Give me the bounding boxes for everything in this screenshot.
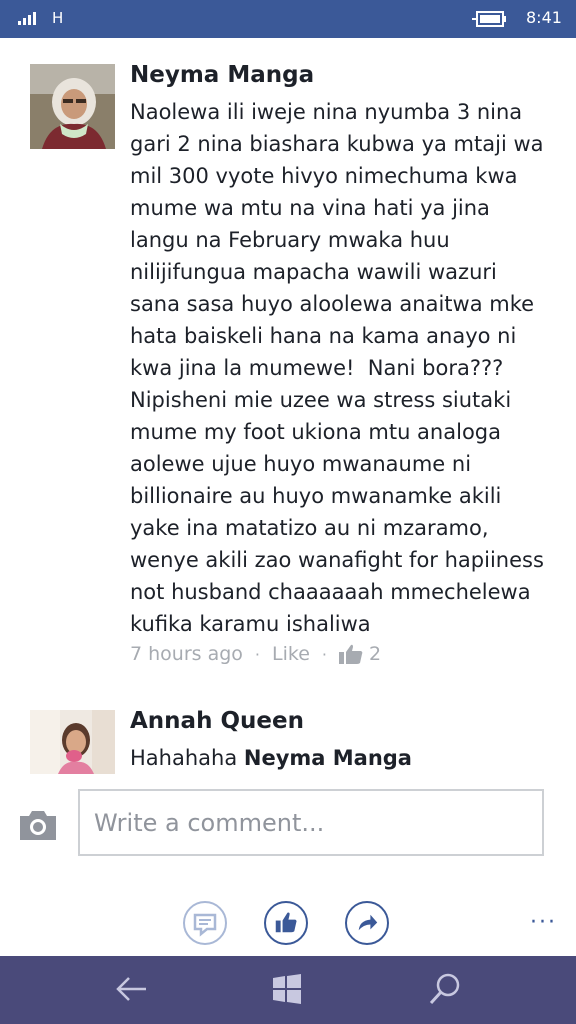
avatar[interactable] [30,64,115,149]
comment-text: Naolewa ili iweje nina nyumba 3 nina gar… [130,96,550,640]
comment-meta: 7 hours ago · Like · 2 [130,643,381,665]
like-link[interactable]: Like [272,643,310,665]
comment-text: Hahahaha Neyma Manga [130,742,550,774]
comment-line: Nipisheni mie uzee wa stress siutaki [130,388,512,412]
comment-line: hata baiskeli hana na kama anayo ni [130,324,517,348]
comment-author[interactable]: Annah Queen [130,708,304,734]
comment-line: kufika karamu ishaliwa [130,612,371,636]
reply-button[interactable] [183,901,227,945]
comment-line: nilijifungua mapacha wawili wazuri [130,260,497,284]
more-options-button[interactable]: ··· [530,910,557,935]
comment-line: billionaire au huyo mwanamke akili [130,484,502,508]
share-arrow-icon [358,914,378,931]
search-icon[interactable] [428,972,462,1006]
status-bar: H 8:41 [0,0,576,38]
comment-line: Naolewa ili iweje nina nyumba 3 nina [130,100,523,124]
reply-bubble-icon [193,913,217,937]
comment-line: langu na February mwaka huu [130,228,450,252]
comment-line: gari 2 nina biashara kubwa ya mtaji wa [130,132,544,156]
separator: · [321,644,327,664]
avatar[interactable] [30,710,115,774]
like-count[interactable]: 2 [339,643,381,665]
thumbs-up-icon [275,912,297,933]
mention-link[interactable]: Neyma Manga [244,746,412,770]
network-type: H [52,9,64,27]
like-count-value: 2 [369,643,382,665]
like-button[interactable] [264,901,308,945]
back-arrow-icon[interactable] [116,975,148,1003]
clock: 8:41 [526,8,562,27]
battery-icon [472,11,506,27]
comment-text-prefix: Hahahaha [130,746,238,770]
share-button[interactable] [345,901,389,945]
comment-timestamp[interactable]: 7 hours ago [130,643,243,665]
comment-line: mil 300 vyote hivyo nimechuma kwa [130,164,518,188]
comment-line: kwa jina la mumewe! Nani bora??? [130,356,504,380]
comment-line: sana sasa huyo aloolewa anaitwa mke [130,292,535,316]
windows-start-icon[interactable] [272,974,302,1004]
comment-line: yake ina matatizo au ni mzaramo, [130,516,489,540]
comment-line: mume wa mtu na vina hati ya jina [130,196,490,220]
comment-line: wenye akili zao wanafight for hapiiness [130,548,544,572]
comment-line: aolewe ujue huyo mwanaume ni [130,452,472,476]
thumbs-up-icon [339,644,363,664]
comment-input[interactable]: Write a comment... [78,789,544,856]
comment-author[interactable]: Neyma Manga [130,62,314,88]
comment-line: mume my foot ukiona mtu analoga [130,420,501,444]
comment-line: not husband chaaaaaah mmechelewa [130,580,531,604]
signal-strength-icon [18,12,36,25]
separator: · [254,644,261,664]
camera-icon[interactable] [18,808,58,842]
